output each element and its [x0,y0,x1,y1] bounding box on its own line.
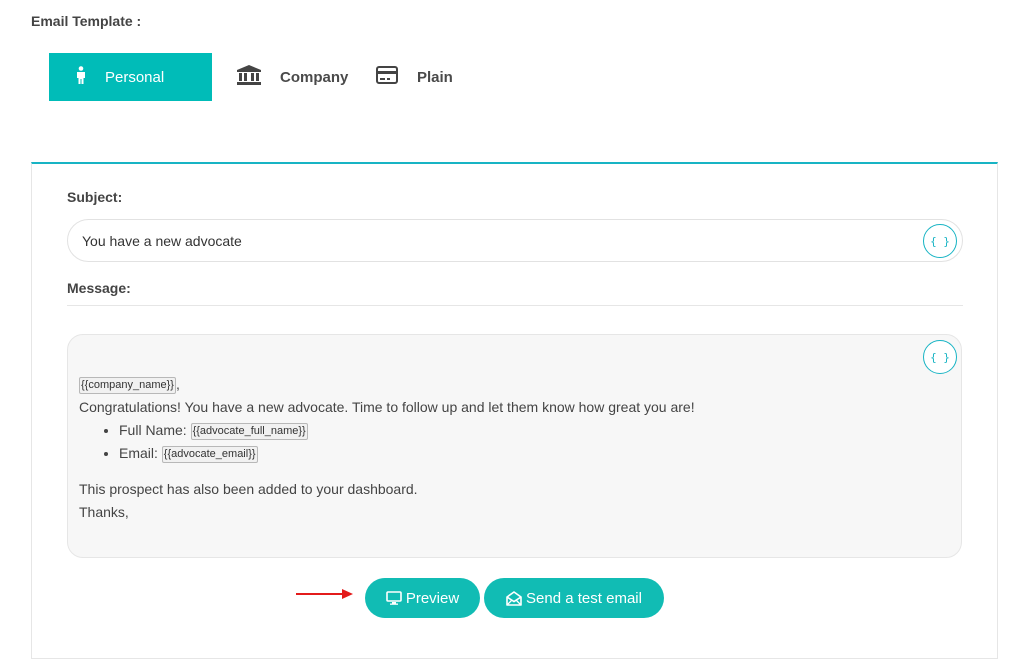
closing-text: This prospect has also been added to you… [79,481,418,497]
subject-value: You have a new advocate [82,232,242,249]
tab-personal[interactable]: Personal [49,53,212,101]
company-name-tag: {{company_name}} [79,377,176,394]
monitor-icon [386,591,402,605]
intro-text: Congratulations! You have a new advocate… [79,399,695,415]
advocate-full-name-tag: {{advocate_full_name}} [190,423,308,440]
message-variables-button[interactable]: { } [923,340,957,374]
message-editor[interactable]: {{company_name}}, Congratulations! You h… [67,334,962,558]
list-item: Email: {{advocate_email}} [119,442,899,465]
list-item: Full Name: {{advocate_full_name}} [119,419,899,442]
bank-icon [237,65,261,89]
advocate-details-list: Full Name: {{advocate_full_name}} Email:… [79,419,899,465]
advocate-email-tag: {{advocate_email}} [161,446,258,463]
tab-company[interactable]: Company [212,53,376,101]
send-test-email-label: Send a test email [526,589,642,607]
person-icon [75,66,87,88]
tab-company-label: Company [280,68,349,86]
greeting-line: {{company_name}}, [79,373,899,396]
subject-input[interactable]: You have a new advocate [67,219,963,262]
subject-label: Subject: [67,189,123,205]
subject-variables-button[interactable]: { } [923,224,957,258]
signoff-text: Thanks, [79,504,129,520]
tab-plain-label: Plain [417,68,453,86]
preview-button[interactable]: Preview [365,578,480,618]
tab-personal-label: Personal [105,68,165,86]
tab-plain[interactable]: Plain [376,53,453,101]
arrow-annotation [296,589,353,599]
email-label: Email: [119,445,158,461]
full-name-label: Full Name: [119,422,187,438]
message-label: Message: [67,280,131,296]
preview-label: Preview [405,589,460,607]
send-test-email-button[interactable]: Send a test email [484,578,664,618]
card-icon [376,66,398,88]
template-tabs: Personal Company Plain [49,53,453,101]
envelope-open-icon [506,590,522,606]
greeting-suffix: , [175,376,180,392]
message-body: {{company_name}}, Congratulations! You h… [79,373,899,524]
message-divider [67,305,963,306]
email-template-label: Email Template : [31,13,142,29]
